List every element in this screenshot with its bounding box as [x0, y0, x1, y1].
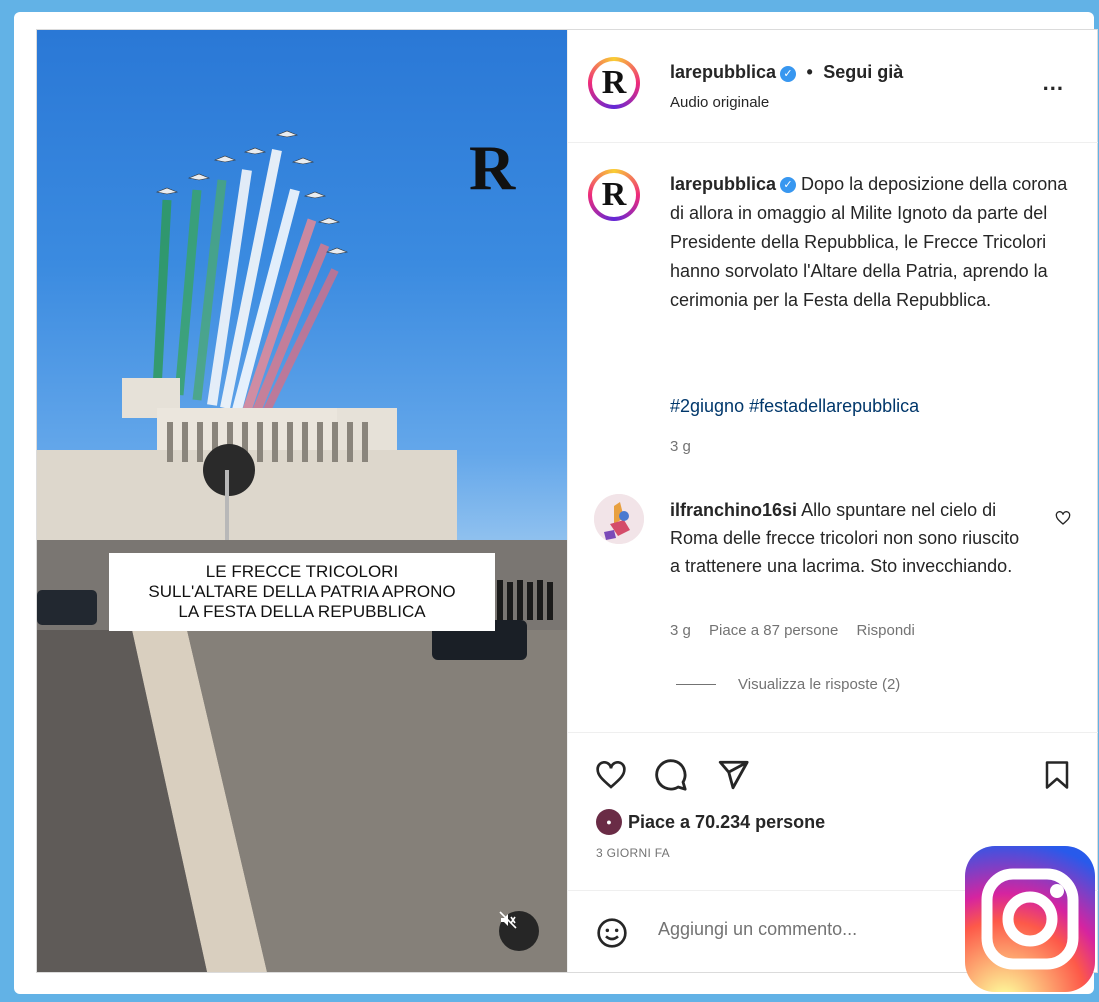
- post-likes[interactable]: ● Piace a 70.234 persone: [596, 809, 825, 835]
- comment-input[interactable]: Aggiungi un commento...: [658, 919, 857, 940]
- comment-likes-count[interactable]: Piace a 87 persone: [709, 622, 838, 639]
- liker-avatar: ●: [596, 809, 622, 835]
- caption-hashtags[interactable]: #2giugno #festadellarepubblica: [670, 396, 919, 417]
- caption-avatar-letter: R: [592, 173, 636, 217]
- comment-text-block: ilfranchino16si Allo spuntare nel cielo …: [670, 496, 1020, 580]
- caption-text: Dopo la deposizione della corona di allo…: [670, 174, 1068, 310]
- post-details-panel: R larepubblica ✓ • Segui già Audio origin…: [567, 30, 1098, 972]
- share-icon[interactable]: [716, 758, 750, 792]
- view-replies-label: Visualizza le risposte (2): [738, 676, 901, 693]
- more-options-button[interactable]: ...: [1043, 70, 1064, 96]
- replies-divider: [676, 684, 716, 685]
- caption-text-block: larepubblica ✓ Dopo la deposizione della …: [670, 170, 1070, 315]
- post-header: R larepubblica ✓ • Segui già Audio origin…: [568, 30, 1098, 143]
- post-date[interactable]: 3 GIORNI FA: [596, 846, 670, 860]
- header-separator: •: [806, 62, 813, 82]
- comment-username[interactable]: ilfranchino16si: [670, 500, 797, 520]
- follow-status-button[interactable]: Segui già: [823, 62, 903, 82]
- video-caption-overlay: LE FRECCE TRICOLORI SULL'ALTARE DELLA PA…: [109, 553, 495, 631]
- post-video[interactable]: R LE FRECCE TRICOLORI SULL'ALTARE DELLA …: [37, 30, 567, 972]
- instagram-post: R LE FRECCE TRICOLORI SULL'ALTARE DELLA …: [36, 29, 1098, 973]
- emoji-icon[interactable]: [596, 917, 628, 949]
- caption-avatar[interactable]: R: [588, 169, 640, 221]
- comment-icon[interactable]: [654, 758, 688, 792]
- commenter-avatar[interactable]: [594, 494, 644, 544]
- comment-like-heart-icon[interactable]: [1055, 510, 1071, 526]
- audio-label[interactable]: Audio originale: [670, 94, 769, 111]
- reply-button[interactable]: Rispondi: [856, 622, 914, 639]
- account-avatar[interactable]: R: [588, 57, 640, 109]
- header-title-row: larepubblica ✓ • Segui già: [670, 62, 903, 83]
- video-caption-text: LE FRECCE TRICOLORI SULL'ALTARE DELLA PA…: [148, 562, 456, 621]
- comment-meta: 3 g Piace a 87 persone Rispondi: [670, 622, 929, 639]
- repubblica-logo: R: [469, 132, 516, 203]
- caption-time[interactable]: 3 g: [670, 438, 691, 455]
- view-replies-button[interactable]: Visualizza le risposte (2): [676, 676, 900, 693]
- heart-icon[interactable]: [594, 759, 628, 791]
- verified-badge-icon: ✓: [780, 65, 797, 82]
- instagram-logo-icon: [965, 846, 1095, 992]
- mute-button[interactable]: [499, 911, 539, 951]
- post-likes-count: Piace a 70.234 persone: [628, 811, 826, 832]
- comment-time[interactable]: 3 g: [670, 622, 691, 639]
- caption-username[interactable]: larepubblica: [670, 174, 776, 194]
- header-username[interactable]: larepubblica: [670, 62, 776, 82]
- caption-verified-badge-icon: ✓: [780, 177, 797, 194]
- account-avatar-letter: R: [592, 61, 636, 105]
- bookmark-icon[interactable]: [1042, 758, 1072, 792]
- mute-icon: [499, 911, 517, 929]
- instagram-glyph-icon: [981, 868, 1079, 970]
- commenter-avatar-image: [594, 494, 644, 544]
